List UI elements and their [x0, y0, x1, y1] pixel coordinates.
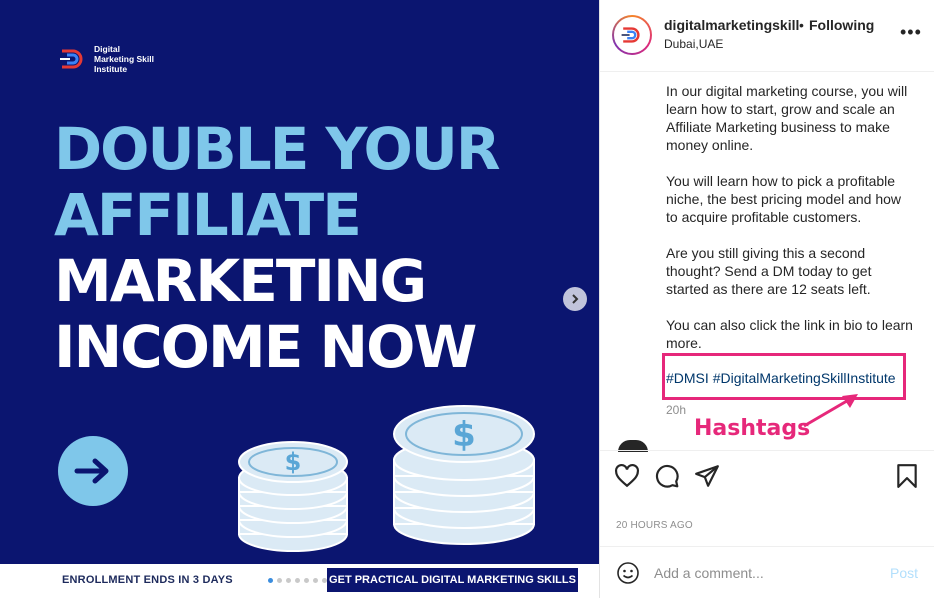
avatar[interactable] — [612, 15, 652, 55]
following-button[interactable]: Following — [809, 17, 874, 33]
heart-icon[interactable] — [614, 463, 640, 489]
carousel-dot — [313, 578, 318, 583]
headline-line-4: INCOME NOW — [54, 313, 477, 381]
image-footer: ENROLLMENT ENDS IN 3 DAYS GET PRACTICAL … — [0, 564, 599, 598]
svg-text:$: $ — [285, 448, 302, 476]
caption-paragraph: In our digital marketing course, you wil… — [666, 83, 908, 153]
post-image: Digital Marketing Skill Institute DOUBLE… — [0, 0, 599, 598]
chevron-right-icon — [572, 294, 579, 304]
headline-line-3: MARKETING — [54, 247, 427, 315]
arrow-right-icon — [74, 458, 109, 484]
headline-line-1: DOUBLE YOUR — [54, 115, 501, 183]
carousel-dot — [304, 578, 309, 583]
coin-stacks-illustration: $ $ — [238, 405, 535, 552]
caption-paragraph: You will learn how to pick a profitable … — [666, 173, 902, 225]
post-timestamp: 20 HOURS AGO — [616, 520, 693, 531]
add-comment-bar: Post — [600, 546, 934, 598]
caption-paragraph: Are you still giving this a second thoug… — [666, 245, 872, 297]
location-link[interactable]: Dubai,UAE — [664, 37, 723, 51]
brand: Digital Marketing Skill Institute — [58, 44, 154, 74]
annotation-arrow-icon — [803, 394, 858, 428]
cta-banner: GET PRACTICAL DIGITAL MARKETING SKILLS — [327, 568, 578, 592]
carousel-dot — [268, 578, 273, 583]
brand-text: Digital Marketing Skill Institute — [94, 44, 154, 74]
username-link[interactable]: digitalmarketingskill — [664, 17, 799, 33]
enrollment-text: ENROLLMENT ENDS IN 3 DAYS — [62, 574, 233, 586]
action-bar — [600, 450, 934, 500]
brand-logo-icon — [60, 49, 83, 69]
post-comment-button[interactable]: Post — [890, 565, 918, 581]
headline: DOUBLE YOUR AFFILIATE MARKETING INCOME N… — [54, 115, 501, 381]
post-header: digitalmarketingskill • Following Dubai,… — [600, 0, 934, 72]
annotation-highlight-box — [662, 353, 906, 400]
separator: • — [799, 17, 804, 33]
bookmark-icon[interactable] — [894, 463, 920, 489]
emoji-icon[interactable] — [616, 561, 640, 585]
caption-paragraph: You can also click the link in bio to le… — [666, 317, 913, 351]
comment-input[interactable] — [654, 561, 874, 585]
more-options-button[interactable]: ••• — [900, 22, 922, 43]
headline-line-2: AFFILIATE — [54, 181, 362, 249]
annotation-label: Hashtags — [694, 416, 811, 441]
post-side-panel: digitalmarketingskill • Following Dubai,… — [599, 0, 934, 598]
arrow-graphic — [58, 436, 128, 506]
caption-time: 20h — [666, 403, 687, 417]
profile-logo-icon — [621, 27, 640, 43]
svg-text:$: $ — [452, 415, 476, 455]
carousel-next-button[interactable] — [563, 287, 587, 311]
carousel-dot — [295, 578, 300, 583]
caption: In our digital marketing course, you wil… — [666, 82, 916, 370]
carousel-dot — [277, 578, 282, 583]
comment-icon[interactable] — [654, 463, 680, 489]
carousel-dots — [268, 578, 336, 583]
share-icon[interactable] — [694, 463, 720, 489]
carousel-dot — [286, 578, 291, 583]
